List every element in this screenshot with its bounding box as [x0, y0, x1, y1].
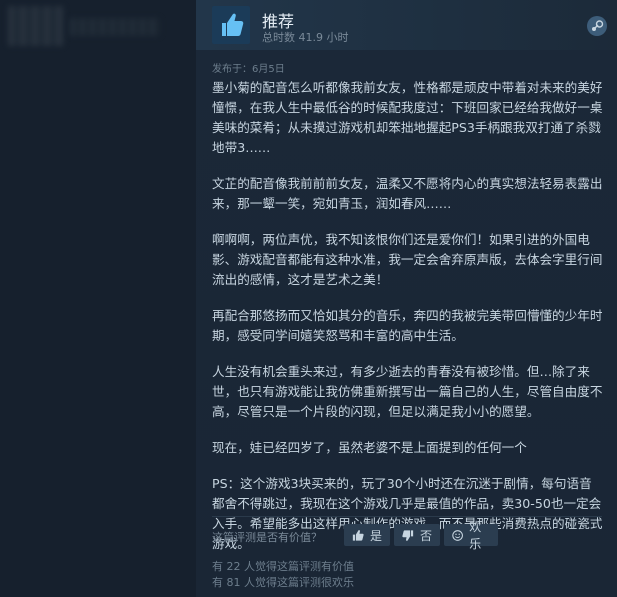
- helpful-count: 有 22 人觉得这篇评测有价值: [212, 560, 354, 573]
- funny-count: 有 81 人觉得这篇评测很欢乐: [212, 576, 354, 589]
- vote-funny-label: 欢乐: [469, 520, 482, 551]
- review-text: 墨小菊的配音怎么听都像我前女友，性格都是顽皮中带着对未来的美好憧憬，在我人生中最…: [212, 78, 604, 570]
- vote-funny-button[interactable]: 欢乐: [444, 520, 498, 551]
- review-paragraph: 文芷的配音像我前前前女友，温柔又不愿将内心的真实想法轻易表露出来，那一颦一笑，宛…: [212, 176, 603, 211]
- steam-icon[interactable]: [587, 16, 607, 36]
- reviewer-panel: [0, 0, 196, 597]
- vote-yes-label: 是: [369, 528, 382, 543]
- helpful-question: 这篇评测是否有价值？: [212, 531, 322, 544]
- review-paragraph: 啊啊啊，两位声优，我不知该恨你们还是爱你们！如果引进的外国电影、游戏配音都能有这…: [212, 232, 603, 287]
- review-paragraph: 现在，娃已经四岁了，虽然老婆不是上面提到的任何一个: [212, 440, 527, 455]
- reviewer-name-blurred: [70, 18, 160, 36]
- review-card: 推荐 总时数 41.9 小时 发布于：6月5日 墨小菊的配音怎么听都像我前女友，…: [196, 0, 617, 597]
- review-paragraph: 人生没有机会重头来过，有多少逝去的青春没有被珍惜。但…除了来世，也只有游戏能让我…: [212, 364, 603, 419]
- vote-yes-button[interactable]: 是: [344, 524, 390, 546]
- hours-played: 总时数 41.9 小时: [262, 31, 349, 44]
- review-header: 推荐 总时数 41.9 小时: [196, 0, 617, 50]
- thumbs-up-icon: [352, 529, 364, 541]
- divider: [212, 516, 602, 517]
- thumbs-down-icon: [402, 529, 414, 541]
- reviewer-avatar-blurred: [8, 6, 64, 46]
- vote-no-label: 否: [419, 528, 432, 543]
- vote-no-button[interactable]: 否: [394, 524, 440, 546]
- posted-date: 发布于：6月5日: [212, 64, 285, 75]
- review-paragraph: 再配合那悠扬而又恰如其分的音乐，奔四的我被完美带回懵懂的少年时期，感受同学间嬉笑…: [212, 308, 603, 343]
- smile-icon: [452, 529, 463, 541]
- recommend-thumb-icon: [212, 6, 250, 44]
- thumbs-up-icon: [222, 13, 244, 36]
- review-paragraph: 墨小菊的配音怎么听都像我前女友，性格都是顽皮中带着对未来的美好憧憬，在我人生中最…: [212, 80, 603, 155]
